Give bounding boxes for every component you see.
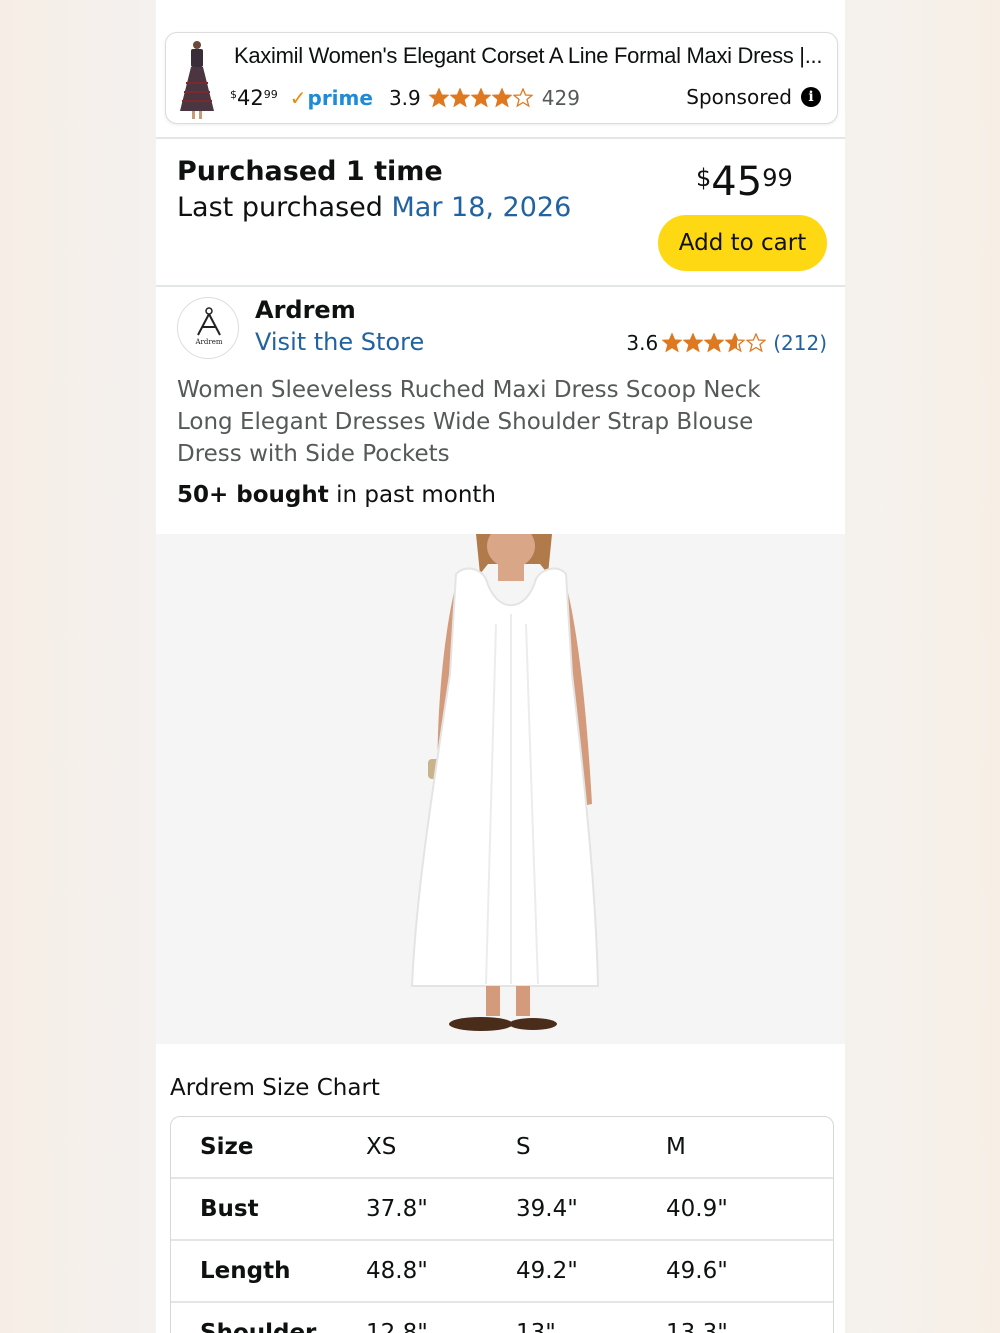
ad-price: $ 42 99: [230, 86, 278, 110]
ad-rating-value: 3.9: [388, 86, 421, 110]
purchased-count: Purchased 1 time: [177, 156, 443, 187]
store-rating-value: 3.6: [626, 331, 659, 355]
ad-price-fraction: 99: [263, 88, 278, 101]
divider: [156, 285, 845, 287]
star-icon: [512, 88, 533, 108]
info-icon[interactable]: i: [801, 87, 821, 107]
table-row: Length 48.8" 49.2" 49.6": [171, 1241, 833, 1303]
prime-check-icon: ✓: [289, 86, 307, 110]
size-cell: 39.4": [516, 1196, 578, 1222]
bought-suffix: in past month: [328, 482, 497, 508]
sponsored-ad-card[interactable]: Kaximil Women's Elegant Corset A Line Fo…: [165, 32, 838, 124]
size-row-label: Length: [200, 1258, 291, 1284]
bought-count: 50+ bought: [177, 482, 329, 508]
store-star-rating: [662, 333, 767, 353]
product-page: Kaximil Women's Elegant Corset A Line Fo…: [156, 0, 845, 1333]
visit-store-link[interactable]: Visit the Store: [255, 328, 424, 356]
table-row: Bust 37.8" 39.4" 40.9": [171, 1179, 833, 1241]
size-header-cell: XS: [366, 1134, 397, 1160]
ardrem-logo-icon: Ardrem: [194, 307, 223, 346]
size-chart-title: Ardrem Size Chart: [170, 1075, 380, 1101]
price-symbol: $: [696, 164, 712, 192]
product-price: $ 45 99: [696, 160, 793, 204]
price-fraction: 99: [762, 164, 793, 192]
size-cell: 48.8": [366, 1258, 428, 1284]
add-to-cart-button[interactable]: Add to cart: [658, 215, 827, 271]
ad-price-symbol: $: [230, 88, 237, 101]
sponsored-label[interactable]: Sponsored i: [686, 85, 821, 109]
star-icon: [491, 88, 512, 108]
model-in-white-dress-image: [156, 524, 845, 1044]
size-header-cell: Size: [200, 1134, 254, 1160]
ad-star-rating: [428, 88, 534, 108]
star-icon: [470, 88, 491, 108]
star-icon: [449, 88, 470, 108]
ad-product-thumbnail: [172, 37, 222, 121]
prime-badge: ✓ prime: [290, 86, 373, 110]
star-icon: [746, 333, 767, 353]
size-row-label: Shoulder: [200, 1320, 317, 1333]
ad-rating[interactable]: 3.9 429: [389, 86, 580, 110]
size-chart-header-row: Size XS S M: [171, 1117, 833, 1179]
ad-review-count: 429: [541, 86, 580, 110]
size-cell: 49.2": [516, 1258, 578, 1284]
brand-name: Ardrem: [255, 296, 356, 324]
store-review-count[interactable]: (212): [773, 331, 827, 355]
last-purchased-label: Last purchased: [177, 192, 383, 223]
last-purchased: Last purchased Mar 18, 2026: [177, 192, 571, 223]
table-row: Shoulder 12.8" 13" 13.3": [171, 1303, 833, 1333]
sponsored-text: Sponsored: [686, 85, 792, 109]
ad-price-whole: 42: [237, 86, 264, 110]
size-cell: 49.6": [666, 1258, 728, 1284]
star-icon: [683, 333, 704, 353]
star-icon: [725, 333, 746, 353]
logo-text: Ardrem: [194, 338, 222, 346]
store-logo[interactable]: Ardrem: [177, 297, 239, 359]
star-icon: [704, 333, 725, 353]
size-header-cell: M: [666, 1134, 686, 1160]
product-title[interactable]: Women Sleeveless Ruched Maxi Dress Scoop…: [177, 374, 817, 470]
prime-label: prime: [307, 86, 373, 110]
size-cell: 12.8": [366, 1320, 428, 1333]
product-image[interactable]: [156, 524, 845, 1044]
size-cell: 37.8": [366, 1196, 428, 1222]
size-cell: 40.9": [666, 1196, 728, 1222]
size-cell: 13": [516, 1320, 556, 1333]
star-icon: [428, 88, 449, 108]
size-header-cell: S: [516, 1134, 531, 1160]
size-chart-table: Size XS S M Bust 37.8" 39.4" 40.9" Lengt…: [170, 1116, 834, 1333]
size-cell: 13.3": [666, 1320, 728, 1333]
price-whole: 45: [711, 159, 763, 205]
bought-in-past-month: 50+ bought in past month: [177, 482, 496, 508]
last-purchased-date[interactable]: Mar 18, 2026: [392, 192, 572, 223]
star-icon: [662, 333, 683, 353]
size-row-label: Bust: [200, 1196, 259, 1222]
store-rating[interactable]: 3.6 (212): [626, 331, 827, 355]
divider: [156, 137, 845, 139]
ad-title[interactable]: Kaximil Women's Elegant Corset A Line Fo…: [234, 43, 834, 69]
